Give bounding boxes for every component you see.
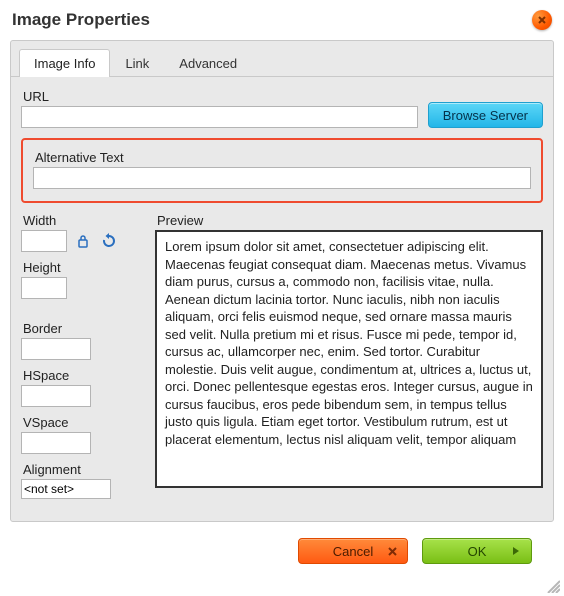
- tab-bar: Image Info Link Advanced: [11, 41, 553, 77]
- alt-text-label: Alternative Text: [35, 150, 531, 165]
- ok-button-label: OK: [468, 544, 487, 559]
- left-column: Width Height: [21, 211, 141, 507]
- height-input[interactable]: [21, 277, 67, 299]
- width-input[interactable]: [21, 230, 67, 252]
- cancel-button[interactable]: Cancel: [298, 538, 408, 564]
- tab-advanced[interactable]: Advanced: [164, 49, 252, 77]
- right-column: Preview Lorem ipsum dolor sit amet, cons…: [155, 211, 543, 507]
- close-button[interactable]: [532, 10, 552, 30]
- main-panel: Image Info Link Advanced URL Browse Serv…: [10, 40, 554, 522]
- ok-button[interactable]: OK: [422, 538, 532, 564]
- dialog-title: Image Properties: [12, 10, 150, 30]
- url-row: URL Browse Server: [21, 87, 543, 128]
- browse-server-button[interactable]: Browse Server: [428, 102, 543, 128]
- url-input[interactable]: [21, 106, 418, 128]
- border-label: Border: [23, 321, 141, 336]
- alignment-label: Alignment: [23, 462, 141, 477]
- title-bar: Image Properties: [10, 6, 554, 40]
- preview-text: Lorem ipsum dolor sit amet, consectetuer…: [165, 239, 533, 447]
- vspace-input[interactable]: [21, 432, 91, 454]
- close-icon: [537, 13, 547, 28]
- ok-arrow-icon: [511, 544, 521, 559]
- preview-label: Preview: [157, 213, 543, 228]
- hspace-label: HSpace: [23, 368, 141, 383]
- dialog-footer: Cancel OK: [10, 522, 554, 574]
- cancel-button-label: Cancel: [333, 544, 373, 559]
- lock-ratio-icon[interactable]: [75, 233, 91, 249]
- height-label: Height: [23, 260, 67, 275]
- reset-size-icon[interactable]: [101, 233, 117, 249]
- alt-text-input[interactable]: [33, 167, 531, 189]
- alternative-text-section: Alternative Text: [21, 138, 543, 203]
- vspace-label: VSpace: [23, 415, 141, 430]
- border-input[interactable]: [21, 338, 91, 360]
- width-label: Width: [23, 213, 67, 228]
- hspace-input[interactable]: [21, 385, 91, 407]
- resize-handle[interactable]: [544, 577, 560, 593]
- preview-box[interactable]: Lorem ipsum dolor sit amet, consectetuer…: [155, 230, 543, 488]
- image-properties-dialog: Image Properties Image Info Link Advance…: [0, 0, 564, 595]
- alignment-select[interactable]: [21, 479, 111, 499]
- cancel-x-icon: [388, 544, 397, 559]
- url-label: URL: [23, 89, 418, 104]
- tab-link[interactable]: Link: [110, 49, 164, 77]
- tab-image-info[interactable]: Image Info: [19, 49, 110, 77]
